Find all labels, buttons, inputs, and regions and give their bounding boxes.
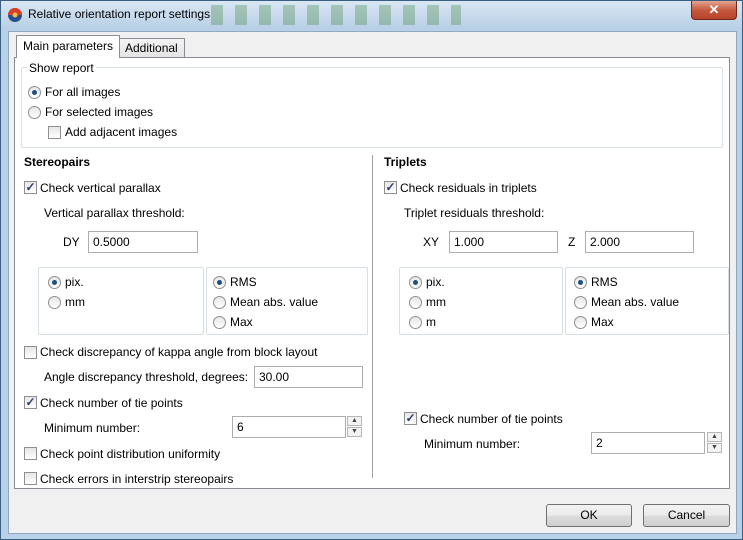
triplet-stat-mean-label: Mean abs. value bbox=[591, 295, 680, 309]
check-kappa-label: Check discrepancy of kappa angle from bl… bbox=[40, 345, 318, 359]
dialog-client: Main parameters Additional Show report F… bbox=[8, 31, 737, 534]
background-toolbar bbox=[211, 5, 461, 25]
triplet-threshold-label: Triplet residuals threshold: bbox=[404, 206, 545, 220]
angle-threshold-input[interactable] bbox=[254, 366, 363, 388]
spin-up-icon[interactable]: ▲ bbox=[707, 432, 722, 442]
spin-up-icon[interactable]: ▲ bbox=[347, 416, 362, 426]
triplet-unit-mm-label: mm bbox=[426, 295, 446, 309]
add-adjacent-images-label: Add adjacent images bbox=[65, 125, 178, 139]
radio-for-all-images-label: For all images bbox=[45, 85, 121, 99]
triplet-stat-rms-radio[interactable] bbox=[574, 276, 587, 289]
stereo-units-group bbox=[38, 267, 204, 335]
radio-for-all-images[interactable] bbox=[28, 86, 41, 99]
check-distribution-label: Check point distribution uniformity bbox=[40, 447, 221, 461]
add-adjacent-images-checkbox[interactable] bbox=[48, 126, 61, 139]
dialog-window: Relative orientation report settings ✕ M… bbox=[0, 0, 743, 540]
radio-for-selected-images[interactable] bbox=[28, 106, 41, 119]
triplet-unit-mm-radio[interactable] bbox=[409, 296, 422, 309]
stereo-stat-mean-radio[interactable] bbox=[213, 296, 226, 309]
triplet-min-number-input[interactable] bbox=[591, 432, 705, 454]
stereo-min-number-input[interactable] bbox=[232, 416, 346, 438]
check-residuals-label: Check residuals in triplets bbox=[400, 181, 537, 195]
xy-input[interactable] bbox=[449, 231, 558, 253]
triplet-min-number-label: Minimum number: bbox=[424, 437, 521, 451]
dy-label: DY bbox=[63, 235, 80, 249]
window-title: Relative orientation report settings bbox=[28, 7, 211, 21]
xy-label: XY bbox=[423, 235, 440, 249]
spin-down-icon[interactable]: ▼ bbox=[707, 443, 722, 453]
app-icon bbox=[8, 8, 22, 22]
stereo-min-number-spinner[interactable]: ▲ ▼ bbox=[347, 416, 362, 438]
dy-input[interactable] bbox=[88, 231, 198, 253]
stereo-stat-rms-radio[interactable] bbox=[213, 276, 226, 289]
check-interstrip-label: Check errors in interstrip stereopairs bbox=[40, 472, 234, 486]
stereo-unit-mm-radio[interactable] bbox=[48, 296, 61, 309]
angle-threshold-label: Angle discrepancy threshold, degrees: bbox=[44, 370, 249, 384]
z-input[interactable] bbox=[585, 231, 694, 253]
check-interstrip-checkbox[interactable] bbox=[24, 472, 37, 485]
stereo-min-number-label: Minimum number: bbox=[44, 421, 141, 435]
stereopairs-heading: Stereopairs bbox=[24, 155, 91, 169]
stereo-unit-pix-label: pix. bbox=[65, 275, 84, 289]
triplet-unit-pix-radio[interactable] bbox=[409, 276, 422, 289]
title-bar[interactable]: Relative orientation report settings ✕ bbox=[1, 1, 742, 29]
tab-panel-main: Show report For all images For selected … bbox=[14, 57, 730, 489]
ok-button[interactable]: OK bbox=[546, 504, 632, 527]
triplet-stat-max-radio[interactable] bbox=[574, 316, 587, 329]
tab-additional[interactable]: Additional bbox=[118, 38, 185, 58]
triplet-stat-max-label: Max bbox=[591, 315, 614, 329]
check-distribution-checkbox[interactable] bbox=[24, 447, 37, 460]
triplet-unit-pix-label: pix. bbox=[426, 275, 445, 289]
z-label: Z bbox=[568, 235, 576, 249]
check-kappa-checkbox[interactable] bbox=[24, 346, 37, 359]
tab-main-parameters[interactable]: Main parameters bbox=[16, 35, 121, 58]
triplet-check-tie-points-label: Check number of tie points bbox=[420, 412, 563, 426]
column-divider bbox=[372, 155, 373, 478]
close-button[interactable]: ✕ bbox=[691, 1, 737, 20]
vertical-parallax-threshold-label: Vertical parallax threshold: bbox=[44, 206, 185, 220]
stereo-stat-max-radio[interactable] bbox=[213, 316, 226, 329]
radio-for-selected-images-label: For selected images bbox=[45, 105, 154, 119]
stereo-unit-mm-label: mm bbox=[65, 295, 85, 309]
show-report-label: Show report bbox=[27, 61, 96, 75]
triplets-heading: Triplets bbox=[384, 155, 427, 169]
stereo-unit-pix-radio[interactable] bbox=[48, 276, 61, 289]
triplet-units-group bbox=[399, 267, 563, 335]
cancel-button[interactable]: Cancel bbox=[643, 504, 730, 527]
stereo-stat-mean-label: Mean abs. value bbox=[230, 295, 319, 309]
spin-down-icon[interactable]: ▼ bbox=[347, 427, 362, 437]
stereo-check-tie-points-label: Check number of tie points bbox=[40, 396, 183, 410]
check-residuals-checkbox[interactable]: ✓ bbox=[384, 181, 397, 194]
check-vertical-parallax-checkbox[interactable]: ✓ bbox=[24, 181, 37, 194]
triplet-check-tie-points-checkbox[interactable]: ✓ bbox=[404, 412, 417, 425]
triplet-min-number-spinner[interactable]: ▲ ▼ bbox=[707, 432, 722, 454]
stereo-stat-max-label: Max bbox=[230, 315, 253, 329]
triplet-unit-m-label: m bbox=[426, 315, 436, 329]
triplet-unit-m-radio[interactable] bbox=[409, 316, 422, 329]
check-vertical-parallax-label: Check vertical parallax bbox=[40, 181, 161, 195]
stereo-stat-rms-label: RMS bbox=[230, 275, 257, 289]
triplet-stat-rms-label: RMS bbox=[591, 275, 618, 289]
stereo-check-tie-points-checkbox[interactable]: ✓ bbox=[24, 396, 37, 409]
triplet-stat-mean-radio[interactable] bbox=[574, 296, 587, 309]
